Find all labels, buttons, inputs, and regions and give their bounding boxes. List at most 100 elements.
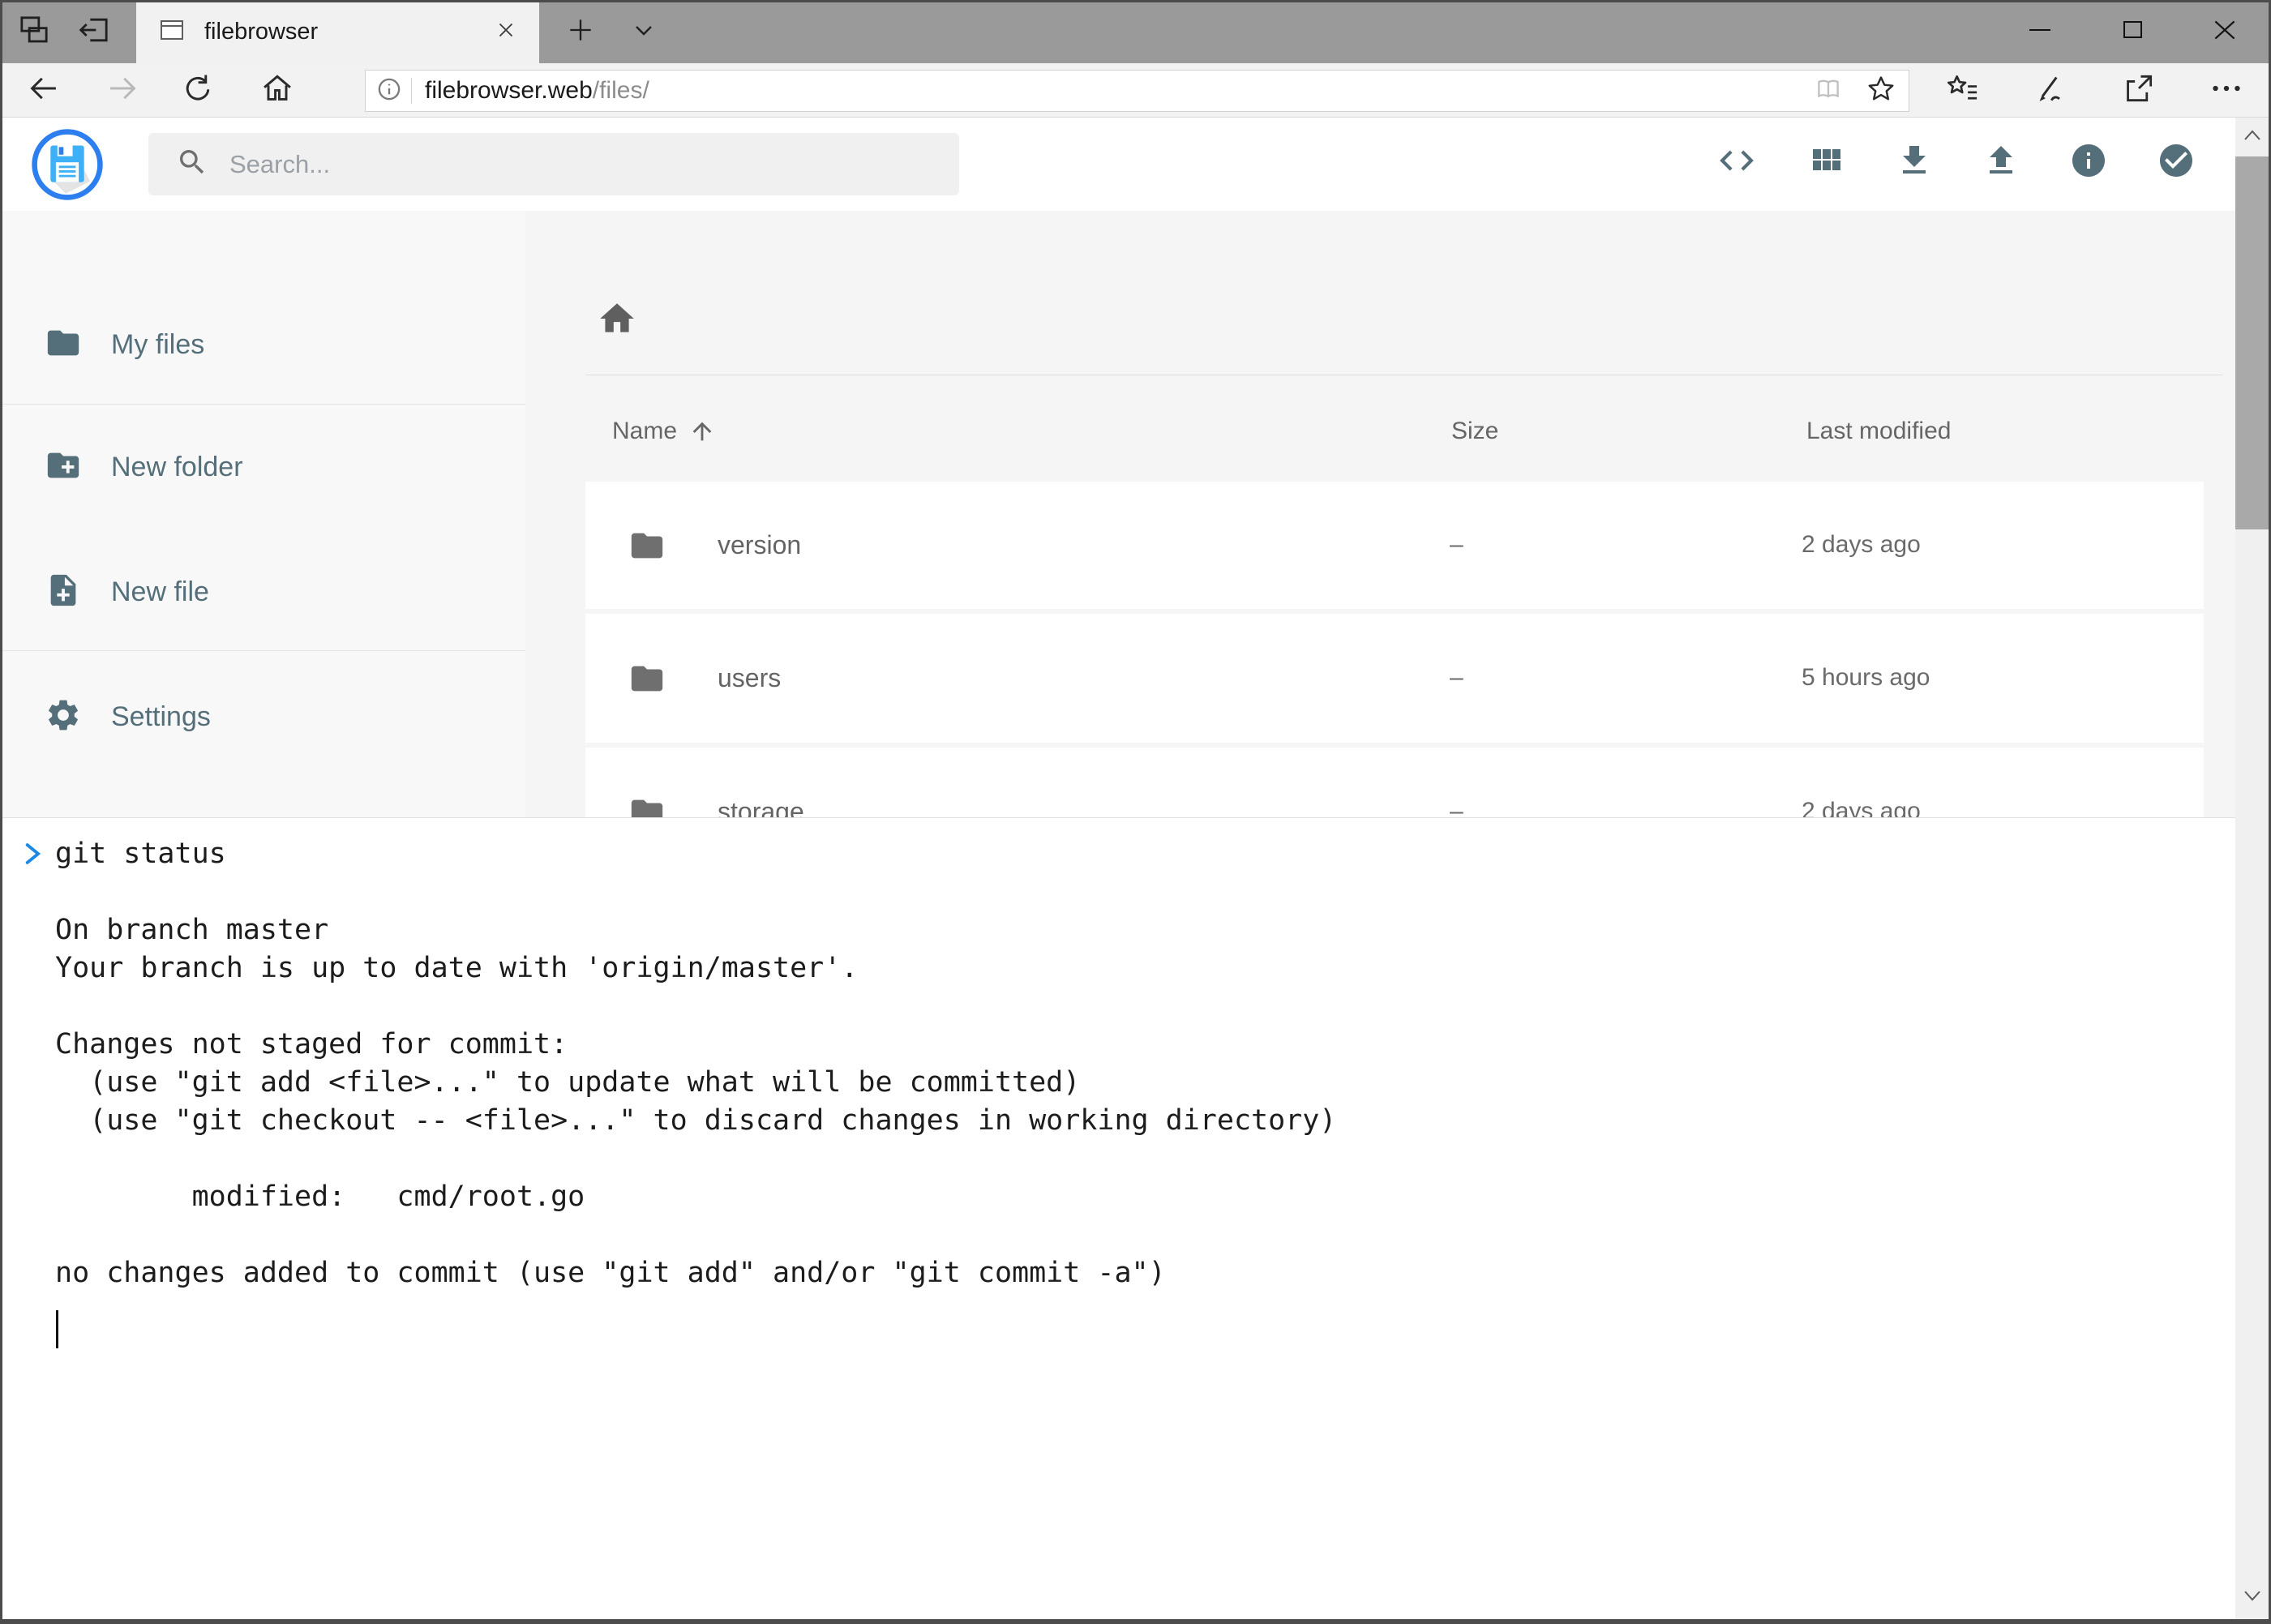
sort-arrow-up-icon bbox=[688, 418, 716, 445]
scrollbar-thumb[interactable] bbox=[2235, 156, 2269, 529]
column-label: Last modified bbox=[1806, 418, 1951, 445]
scrollbar-down-button[interactable] bbox=[2235, 1578, 2269, 1617]
download-icon bbox=[1895, 141, 1934, 184]
favorites-hub-button[interactable] bbox=[1943, 71, 1982, 109]
browser-toolbar: filebrowser.web/files/ bbox=[0, 63, 2271, 118]
chevron-up-icon bbox=[2240, 127, 2265, 148]
app-header bbox=[2, 118, 2235, 211]
search-input[interactable] bbox=[229, 150, 927, 179]
ink-pen-icon bbox=[2033, 71, 2068, 110]
terminal-cursor bbox=[56, 1310, 58, 1348]
terminal-panel[interactable]: git status On branch master Your branch … bbox=[2, 817, 2235, 1619]
app-body: My files New folder New file bbox=[2, 211, 2235, 817]
forward-button[interactable] bbox=[104, 71, 143, 109]
window-frame-top bbox=[0, 0, 2271, 2]
grid-view-button[interactable] bbox=[1803, 139, 1849, 185]
file-name: users bbox=[718, 663, 781, 693]
maximize-button[interactable] bbox=[2095, 0, 2170, 63]
sidebar: My files New folder New file bbox=[2, 211, 525, 817]
home-icon bbox=[597, 328, 637, 342]
settings-menu-button[interactable] bbox=[2207, 71, 2246, 109]
window-frame-left bbox=[0, 0, 2, 1624]
browser-tab[interactable]: filebrowser bbox=[136, 0, 539, 63]
minimize-button[interactable] bbox=[2003, 0, 2077, 63]
file-plus-icon bbox=[45, 572, 82, 613]
download-button[interactable] bbox=[1892, 139, 1937, 185]
more-icon bbox=[2209, 71, 2244, 110]
column-header-size[interactable]: Size bbox=[1451, 418, 1498, 445]
favicon bbox=[157, 15, 186, 49]
scrollbar-up-button[interactable] bbox=[2235, 118, 2269, 156]
close-window-button[interactable] bbox=[2187, 0, 2262, 63]
sidebar-item-label: Settings bbox=[111, 701, 211, 733]
upload-button[interactable] bbox=[1978, 139, 2024, 185]
browser-window: filebrowser bbox=[0, 0, 2271, 1624]
folder-icon bbox=[628, 527, 666, 568]
close-tab-button[interactable] bbox=[494, 18, 518, 46]
window-frame-bottom bbox=[0, 1619, 2271, 1624]
select-multiple-button[interactable] bbox=[2153, 139, 2199, 185]
close-icon bbox=[494, 18, 518, 46]
home-button[interactable] bbox=[258, 71, 297, 109]
page-scrollbar[interactable] bbox=[2235, 118, 2269, 1619]
set-tabs-aside-icon bbox=[77, 13, 111, 51]
sidebar-item-label: My files bbox=[111, 329, 204, 361]
info-button[interactable] bbox=[2066, 139, 2111, 185]
sidebar-item-settings[interactable]: Settings bbox=[2, 692, 525, 742]
ink-notes-button[interactable] bbox=[2031, 71, 2070, 109]
new-tab-button[interactable] bbox=[559, 11, 602, 53]
favorite-star-button[interactable] bbox=[1865, 73, 1897, 109]
url-host: filebrowser.web bbox=[425, 77, 593, 104]
set-tabs-aside-button[interactable] bbox=[73, 11, 115, 53]
refresh-button[interactable] bbox=[178, 71, 217, 109]
address-divider bbox=[411, 78, 412, 104]
url-text: filebrowser.web/files/ bbox=[425, 77, 649, 105]
terminal-output: On branch master Your branch is up to da… bbox=[55, 873, 1336, 1292]
tab-bar: filebrowser bbox=[0, 0, 2271, 63]
close-icon bbox=[2209, 15, 2240, 49]
reading-view-icon bbox=[1813, 74, 1844, 109]
tab-preview-button[interactable] bbox=[13, 11, 55, 53]
reading-view-button[interactable] bbox=[1813, 74, 1844, 109]
folder-icon bbox=[45, 324, 82, 366]
url-path: /files/ bbox=[593, 77, 649, 104]
file-row-storage[interactable]: storage – 2 days ago bbox=[585, 748, 2204, 817]
search-icon bbox=[176, 146, 208, 182]
sidebar-item-my-files[interactable]: My files bbox=[2, 319, 525, 370]
sidebar-item-label: New folder bbox=[111, 452, 243, 483]
plus-icon bbox=[565, 15, 596, 49]
search-box[interactable] bbox=[148, 133, 959, 195]
column-header-name[interactable]: Name bbox=[612, 418, 716, 445]
home-icon bbox=[259, 71, 295, 110]
prompt-chevron-icon bbox=[20, 840, 46, 871]
filebrowser-logo[interactable] bbox=[29, 126, 105, 203]
folder-icon bbox=[628, 794, 666, 817]
maximize-icon bbox=[2118, 15, 2147, 49]
info-icon[interactable] bbox=[377, 77, 401, 105]
sidebar-item-new-folder[interactable]: New folder bbox=[2, 442, 525, 492]
tab-list-dropdown-button[interactable] bbox=[623, 11, 665, 53]
column-header-modified[interactable]: Last modified bbox=[1806, 418, 1951, 445]
upload-icon bbox=[1982, 141, 2020, 184]
sidebar-item-label: New file bbox=[111, 576, 209, 608]
tab-title: filebrowser bbox=[204, 19, 494, 45]
file-size: – bbox=[1450, 664, 1463, 692]
sidebar-divider bbox=[2, 404, 525, 405]
file-row-version[interactable]: version – 2 days ago bbox=[585, 482, 2204, 609]
grid-view-icon bbox=[1806, 141, 1845, 184]
file-row-users[interactable]: users – 5 hours ago bbox=[585, 614, 2204, 743]
address-bar[interactable]: filebrowser.web/files/ bbox=[365, 70, 1909, 112]
check-circle-icon bbox=[2157, 141, 2196, 184]
column-label: Size bbox=[1451, 418, 1498, 445]
back-button[interactable] bbox=[24, 71, 62, 109]
sidebar-item-new-file[interactable]: New file bbox=[2, 567, 525, 617]
info-circle-icon bbox=[2069, 141, 2108, 184]
share-button[interactable] bbox=[2119, 71, 2158, 109]
back-icon bbox=[25, 71, 61, 110]
folder-plus-icon bbox=[45, 447, 82, 488]
minimize-icon bbox=[2025, 15, 2055, 49]
tab-preview-icon bbox=[17, 13, 51, 51]
raw-code-button[interactable] bbox=[1714, 139, 1759, 185]
filebrowser-app: My files New folder New file bbox=[2, 118, 2235, 1619]
breadcrumb-home-button[interactable] bbox=[597, 298, 637, 339]
